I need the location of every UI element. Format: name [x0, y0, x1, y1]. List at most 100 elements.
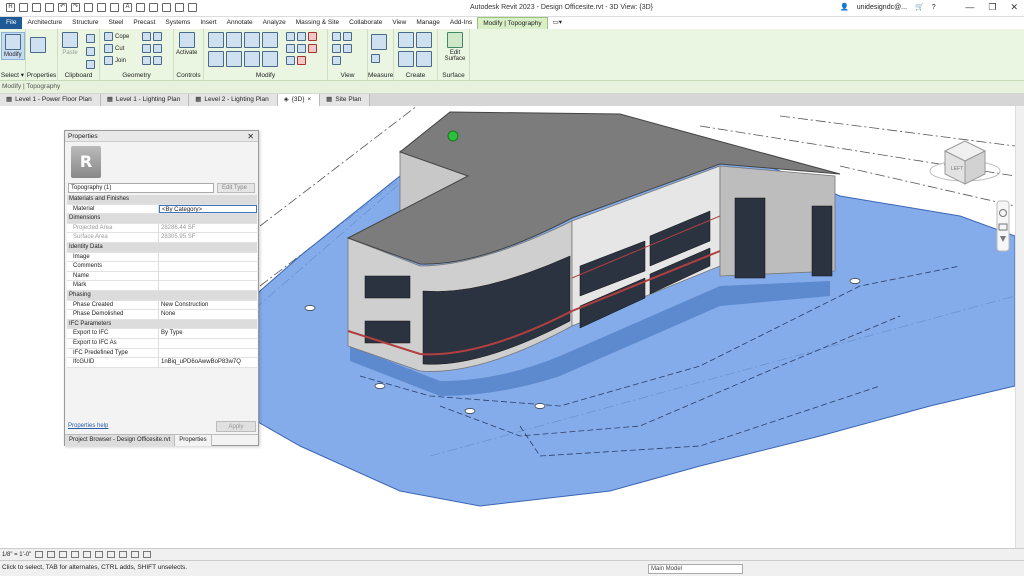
dimension-button[interactable]: [371, 54, 380, 63]
tab-steel[interactable]: Steel: [104, 17, 129, 29]
hide-icon[interactable]: [343, 32, 352, 41]
show-crop-icon[interactable]: [107, 551, 116, 558]
close-tab-icon[interactable]: ×: [307, 94, 311, 106]
maximize-icon[interactable]: ❐: [988, 2, 996, 13]
save-icon[interactable]: [32, 3, 41, 12]
tag-icon[interactable]: A: [123, 3, 132, 12]
view-tab-level1-power[interactable]: ▦ Level 1 - Power Floor Plan: [0, 94, 101, 106]
thin-lines-icon[interactable]: [162, 3, 171, 12]
line-style-icon[interactable]: [332, 56, 341, 65]
reveal-hidden-icon[interactable]: [143, 551, 152, 558]
3d-view-icon[interactable]: [136, 3, 145, 12]
trim-icon[interactable]: [262, 51, 278, 67]
render-icon[interactable]: [83, 551, 92, 558]
dimension-icon[interactable]: [110, 3, 119, 12]
open-icon[interactable]: [19, 3, 28, 12]
view-tab-level1-lighting[interactable]: ▦ Level 1 - Lighting Plan: [100, 94, 190, 106]
undo-icon[interactable]: ↶: [58, 3, 67, 12]
cart-icon[interactable]: 🛒: [915, 3, 924, 11]
view-tab-3d[interactable]: ◈ {3D} ×: [277, 94, 321, 106]
select-dropdown[interactable]: Select ▾: [0, 71, 25, 79]
create-group-icon[interactable]: [398, 51, 414, 67]
model-selector[interactable]: Main Model: [648, 564, 743, 574]
navigation-bar[interactable]: [996, 200, 1010, 252]
property-value[interactable]: 1nBiq_uPD6oAwwBoP83w7Q: [159, 358, 257, 367]
edit-surface-button[interactable]: Edit Surface: [444, 32, 466, 62]
unpin-icon[interactable]: [308, 44, 317, 53]
create-similar-icon[interactable]: [416, 51, 432, 67]
tab-project-browser[interactable]: Project Browser - Design Officesite.rvt: [65, 435, 176, 446]
cope-button[interactable]: Cope: [104, 32, 129, 41]
mirror-draw-icon[interactable]: [262, 32, 278, 48]
tab-massing-site[interactable]: Massing & Site: [291, 17, 344, 29]
property-group-header[interactable]: IFC Parameters: [67, 319, 257, 330]
lightbulb-icon[interactable]: [332, 32, 341, 41]
properties-help-link[interactable]: Properties help: [68, 423, 108, 429]
rotate-icon[interactable]: [244, 51, 260, 67]
minimize-icon[interactable]: —: [965, 2, 974, 13]
type-selector[interactable]: Topography (1): [68, 183, 214, 193]
split-icon[interactable]: [286, 32, 295, 41]
property-value[interactable]: [159, 349, 257, 358]
tab-precast[interactable]: Precast: [128, 17, 160, 29]
array-icon[interactable]: [297, 32, 306, 41]
property-group-header[interactable]: Dimensions: [67, 214, 257, 224]
apply-button[interactable]: Apply: [216, 421, 256, 432]
geometry-tool-1[interactable]: [142, 32, 162, 41]
sync-icon[interactable]: [45, 3, 54, 12]
section-icon[interactable]: [149, 3, 158, 12]
measure-icon[interactable]: [97, 3, 106, 12]
trim-extend-icon[interactable]: [286, 56, 295, 65]
user-icon[interactable]: 👤: [840, 3, 849, 11]
visual-style-icon[interactable]: [47, 551, 56, 558]
tab-properties[interactable]: Properties: [175, 435, 212, 446]
sun-path-icon[interactable]: [59, 551, 68, 558]
help-icon[interactable]: ?: [932, 4, 936, 11]
vertical-scrollbar[interactable]: [1015, 106, 1024, 548]
user-name[interactable]: unidesigndc@...: [857, 4, 907, 11]
move-icon[interactable]: [208, 51, 224, 67]
ribbon-toggle-icon[interactable]: ▭▾: [548, 17, 567, 29]
shadows-icon[interactable]: [71, 551, 80, 558]
view-tab-level2-lighting[interactable]: ▦ Level 2 - Lighting Plan: [189, 94, 278, 106]
tab-view[interactable]: View: [387, 17, 411, 29]
close-icon[interactable]: ✕: [247, 131, 254, 142]
tab-annotate[interactable]: Annotate: [222, 17, 258, 29]
measure-button[interactable]: [371, 34, 387, 50]
property-group-header[interactable]: Materials and Finishes: [67, 195, 257, 205]
tab-analyze[interactable]: Analyze: [258, 17, 291, 29]
scale-icon[interactable]: [286, 44, 295, 53]
property-value[interactable]: None: [159, 310, 257, 319]
view-tab-site-plan[interactable]: ▦ Site Plan: [320, 94, 371, 106]
pin-icon[interactable]: [297, 44, 306, 53]
delete-icon[interactable]: [308, 32, 317, 41]
pencil-icon[interactable]: [332, 44, 341, 53]
close-icon[interactable]: ✕: [1010, 2, 1018, 13]
property-value[interactable]: [159, 262, 257, 271]
edit-type-button[interactable]: Edit Type: [217, 183, 255, 193]
switch-windows-icon[interactable]: [188, 3, 197, 12]
tab-collaborate[interactable]: Collaborate: [344, 17, 387, 29]
property-value[interactable]: By Type: [159, 329, 257, 338]
properties-header[interactable]: Properties ✕: [65, 131, 258, 142]
tab-architecture[interactable]: Architecture: [22, 17, 67, 29]
modify-button[interactable]: Modify: [1, 32, 25, 60]
create-assembly-icon[interactable]: [398, 32, 414, 48]
property-value[interactable]: [159, 281, 257, 290]
copy-element-icon[interactable]: [226, 51, 242, 67]
detail-level-icon[interactable]: [35, 551, 44, 558]
offset-icon[interactable]: [226, 32, 242, 48]
geometry-tool-2[interactable]: [142, 44, 162, 53]
property-group-header[interactable]: Phasing: [67, 290, 257, 301]
property-group-header[interactable]: Identity Data: [67, 242, 257, 253]
close-hidden-icon[interactable]: [175, 3, 184, 12]
match-type-button[interactable]: [86, 60, 95, 69]
revit-home-icon[interactable]: R: [6, 3, 15, 12]
tab-manage[interactable]: Manage: [411, 17, 445, 29]
redo-icon[interactable]: ↷: [71, 3, 80, 12]
cut-clip-button[interactable]: [86, 34, 95, 43]
tab-modify-topography[interactable]: Modify | Topography: [477, 17, 548, 29]
geometry-tool-3[interactable]: [142, 56, 162, 65]
property-value[interactable]: New Construction: [159, 301, 257, 310]
property-value[interactable]: [159, 339, 257, 348]
